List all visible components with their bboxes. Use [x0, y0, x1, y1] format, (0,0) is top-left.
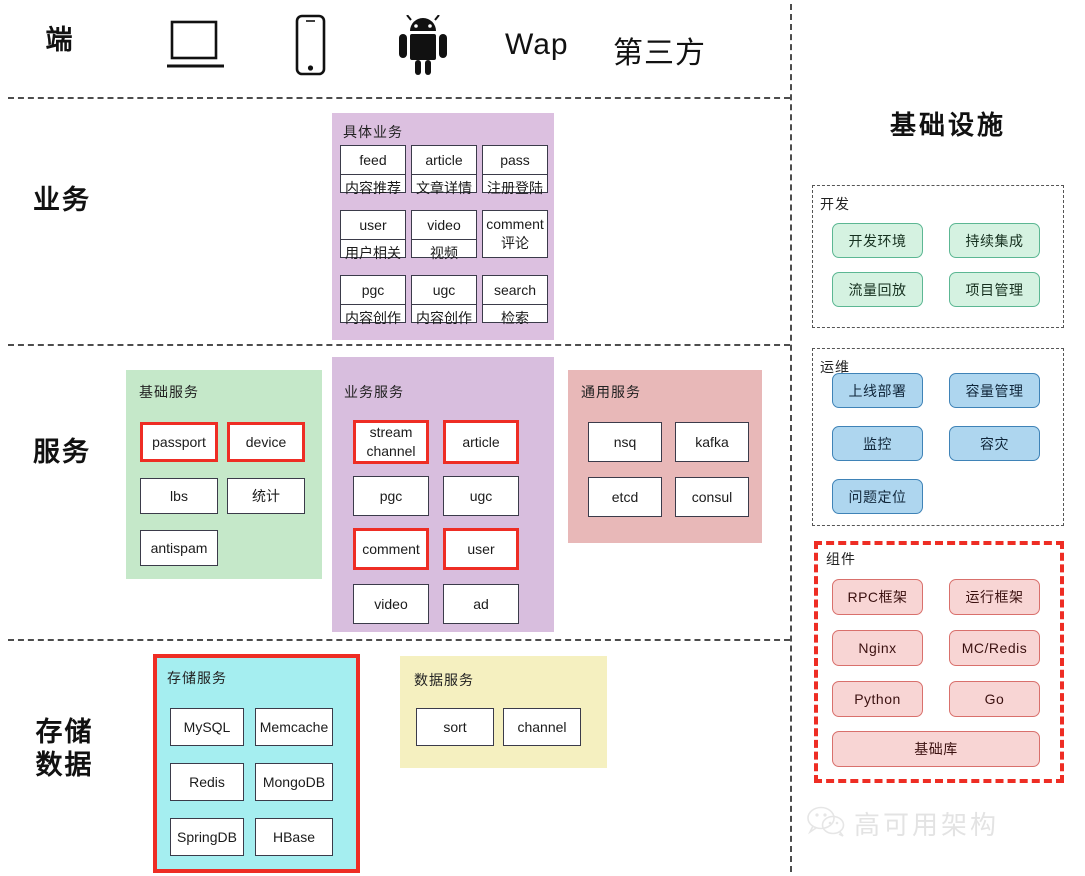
infra-components-box-runtime[interactable]: 运行框架	[949, 579, 1040, 615]
business-box-search[interactable]: search 检索	[482, 275, 548, 326]
infra-ops-box-monitoring[interactable]: 监控	[832, 426, 923, 461]
business-box-pass-en: pass	[483, 146, 547, 175]
infra-title: 基础设施	[890, 110, 1007, 140]
biz-service-box-pgc[interactable]: pgc	[353, 476, 429, 516]
business-box-pgc-en: pgc	[341, 276, 405, 305]
biz-service-box-article[interactable]: article	[443, 420, 519, 464]
android-robot-icon	[394, 14, 452, 80]
biz-service-box-stream-channel[interactable]: stream channel	[353, 420, 429, 464]
infra-dev-title: 开发	[820, 196, 850, 212]
business-box-ugc[interactable]: ugc 内容创作	[411, 275, 477, 326]
watermark: 高可用架构	[806, 805, 999, 842]
business-box-pass-cn: 注册登陆	[487, 179, 543, 196]
data-service-box-channel[interactable]: channel	[503, 708, 581, 746]
infra-ops-box-deploy[interactable]: 上线部署	[832, 373, 923, 408]
infra-dev-box-dev-env[interactable]: 开发环境	[832, 223, 923, 258]
business-box-user-cn: 用户相关	[345, 244, 401, 261]
business-box-video-cn: 视频	[430, 244, 458, 261]
storage-box-redis[interactable]: Redis	[170, 763, 244, 801]
band-label-client: 端	[45, 25, 75, 55]
laptop-icon	[167, 20, 225, 77]
band-label-service: 服务	[33, 437, 91, 467]
business-box-pass[interactable]: pass 注册登陆	[482, 145, 548, 196]
infra-ops-box-capacity[interactable]: 容量管理	[949, 373, 1040, 408]
infra-components-box-python[interactable]: Python	[832, 681, 923, 717]
infra-components-title: 组件	[826, 551, 856, 567]
business-box-video-en: video	[412, 211, 476, 240]
business-box-comment[interactable]: comment 评论	[482, 210, 548, 258]
band-label-storage-line1: 存储	[35, 717, 94, 747]
business-box-ugc-en: ugc	[412, 276, 476, 305]
panel-title-data-service: 数据服务	[414, 672, 474, 688]
business-box-feed-en: feed	[341, 146, 405, 175]
business-box-video[interactable]: video 视频	[411, 210, 477, 261]
business-box-article-cn: 文章详情	[416, 179, 472, 196]
common-service-box-consul[interactable]: consul	[675, 477, 749, 517]
storage-box-mongodb[interactable]: MongoDB	[255, 763, 333, 801]
business-box-search-en: search	[483, 276, 547, 305]
biz-service-box-ugc[interactable]: ugc	[443, 476, 519, 516]
band-label-business: 业务	[33, 185, 91, 215]
client-wap-label: Wap	[505, 28, 569, 61]
panel-title-common-service: 通用服务	[581, 384, 641, 400]
business-box-pgc[interactable]: pgc 内容创作	[340, 275, 406, 326]
separator-business-service	[8, 344, 790, 346]
common-service-box-nsq[interactable]: nsq	[588, 422, 662, 462]
common-service-box-kafka[interactable]: kafka	[675, 422, 749, 462]
biz-service-box-user[interactable]: user	[443, 528, 519, 570]
base-service-box-antispam[interactable]: antispam	[140, 530, 218, 566]
wechat-icon	[806, 805, 846, 842]
infra-dev-box-ci[interactable]: 持续集成	[949, 223, 1040, 258]
client-third-party-label: 第三方	[613, 37, 706, 70]
panel-title-business-detail: 具体业务	[343, 124, 403, 140]
storage-box-memcache[interactable]: Memcache	[255, 708, 333, 746]
biz-service-box-stream-channel-line1: stream	[369, 424, 413, 441]
business-box-article-en: article	[412, 146, 476, 175]
separator-client-business	[8, 97, 790, 99]
common-service-box-etcd[interactable]: etcd	[588, 477, 662, 517]
mobile-phone-icon	[295, 14, 327, 81]
separator-service-storage	[8, 639, 790, 641]
watermark-text: 高可用架构	[854, 810, 1000, 840]
business-box-user[interactable]: user 用户相关	[340, 210, 406, 261]
infra-ops-box-disaster-recovery[interactable]: 容灾	[949, 426, 1040, 461]
infra-ops-box-troubleshooting[interactable]: 问题定位	[832, 479, 923, 514]
panel-title-base-service: 基础服务	[139, 384, 199, 400]
storage-box-hbase[interactable]: HBase	[255, 818, 333, 856]
storage-box-mysql[interactable]: MySQL	[170, 708, 244, 746]
infra-components-box-nginx[interactable]: Nginx	[832, 630, 923, 666]
panel-title-biz-service: 业务服务	[344, 384, 404, 400]
infra-dev-box-traffic-replay[interactable]: 流量回放	[832, 272, 923, 307]
business-box-comment-cn: 评论	[501, 235, 529, 251]
infra-components-box-base-lib[interactable]: 基础库	[832, 731, 1040, 767]
separator-infra-vertical	[790, 4, 792, 872]
panel-title-storage-service: 存储服务	[167, 670, 227, 686]
biz-service-box-video[interactable]: video	[353, 584, 429, 624]
biz-service-box-stream-channel-line2: channel	[366, 443, 416, 459]
band-label-storage-line2: 数据	[35, 750, 94, 780]
business-box-pgc-cn: 内容创作	[345, 309, 401, 326]
business-box-feed[interactable]: feed 内容推荐	[340, 145, 406, 196]
architecture-diagram: 端 业务 服务 存储 数据 Wap 第三方 基础设施 具体业务 feed 内容推…	[0, 0, 1085, 876]
base-service-box-stats[interactable]: 统计	[227, 478, 305, 514]
base-service-box-device[interactable]: device	[227, 422, 305, 462]
biz-service-box-ad[interactable]: ad	[443, 584, 519, 624]
business-box-article[interactable]: article 文章详情	[411, 145, 477, 196]
business-box-comment-en: comment	[486, 216, 544, 233]
infra-components-box-rpc[interactable]: RPC框架	[832, 579, 923, 615]
business-box-feed-cn: 内容推荐	[345, 179, 401, 196]
data-service-box-sort[interactable]: sort	[416, 708, 494, 746]
base-service-box-passport[interactable]: passport	[140, 422, 218, 462]
infra-dev-box-project-mgmt[interactable]: 项目管理	[949, 272, 1040, 307]
biz-service-box-comment[interactable]: comment	[353, 528, 429, 570]
infra-components-box-mc-redis[interactable]: MC/Redis	[949, 630, 1040, 666]
infra-components-box-go[interactable]: Go	[949, 681, 1040, 717]
base-service-box-lbs[interactable]: lbs	[140, 478, 218, 514]
storage-box-springdb[interactable]: SpringDB	[170, 818, 244, 856]
business-box-user-en: user	[341, 211, 405, 240]
business-box-search-cn: 检索	[501, 309, 529, 326]
business-box-ugc-cn: 内容创作	[416, 309, 472, 326]
